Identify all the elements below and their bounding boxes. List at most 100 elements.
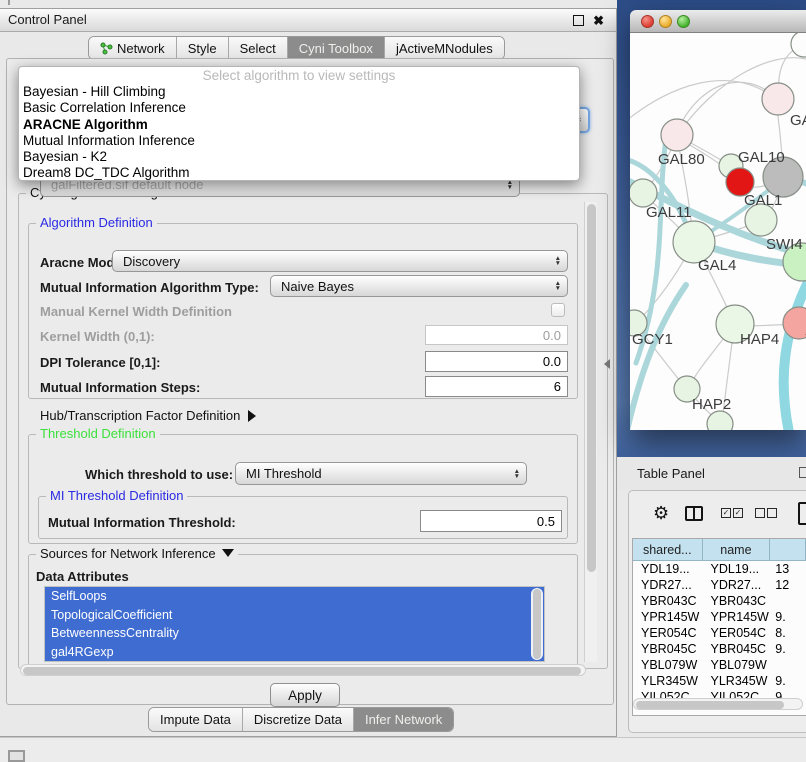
dpi-tolerance-field[interactable]: 0.0 [425, 351, 568, 372]
dpi-tolerance-label: DPI Tolerance [0,1]: [40, 355, 160, 370]
network-node[interactable] [661, 119, 693, 151]
sources-toggle[interactable]: Sources for Network Inference [36, 546, 238, 561]
network-node-label: GAL10 [738, 149, 785, 166]
table-row[interactable]: YBL079WYBL079W [633, 657, 806, 673]
float-icon[interactable] [573, 15, 584, 26]
tab-label: Select [240, 41, 276, 56]
table-hscrollbar-track[interactable] [633, 698, 803, 710]
new-table-icon[interactable] [798, 502, 806, 525]
column-header[interactable] [770, 539, 806, 561]
network-node[interactable] [791, 33, 806, 57]
mi-type-combobox[interactable]: Naive Bayes ▲▼ [270, 275, 568, 297]
apply-button[interactable]: Apply [270, 683, 340, 707]
close-traffic-light-icon[interactable] [641, 15, 654, 28]
sources-title: Sources for Network Inference [40, 546, 216, 561]
attributes-scrollbar-thumb[interactable] [533, 589, 541, 659]
column-header[interactable]: name [703, 539, 771, 561]
attribute-item[interactable]: SelfLoops [45, 587, 544, 606]
minimized-panel-icon[interactable] [8, 750, 25, 762]
expand-right-icon [248, 410, 256, 422]
settings-hscrollbar-thumb[interactable] [23, 667, 581, 675]
table-cell: YDR27... [633, 577, 703, 593]
tab-jactivemnodules[interactable]: jActiveMNodules [385, 37, 504, 59]
dropdown-item[interactable]: ARACNE Algorithm [19, 117, 579, 133]
network-node-label: SWI4 [766, 236, 803, 253]
table-cell: YDL19... [633, 561, 703, 577]
network-node-label: GAL11 [646, 204, 692, 221]
tab-cyni-toolbox[interactable]: Cyni Toolbox [288, 37, 385, 59]
settings-hscrollbar-track[interactable] [20, 664, 586, 676]
columns-icon[interactable] [685, 506, 703, 521]
tab-select[interactable]: Select [229, 37, 288, 59]
network-node[interactable] [630, 179, 657, 207]
table-row[interactable]: YDL19...YDL19...13 [633, 561, 806, 577]
node-table[interactable]: shared...name YDL19...YDL19...13YDR27...… [632, 538, 806, 716]
mi-threshold-field[interactable]: 0.5 [420, 510, 562, 532]
which-threshold-label: Which threshold to use: [85, 467, 233, 482]
data-attributes-list[interactable]: SelfLoopsTopologicalCoefficientBetweenne… [44, 586, 545, 662]
pane-collapse-arrow-icon[interactable] [604, 359, 610, 369]
mi-steps-field[interactable]: 6 [425, 376, 568, 397]
tab-label: Network [117, 41, 165, 56]
network-edge[interactable] [630, 81, 776, 121]
close-icon[interactable]: ✖ [593, 13, 604, 29]
deselect-all-icon[interactable] [755, 508, 777, 518]
tab-discretize-data[interactable]: Discretize Data [243, 708, 354, 731]
aracne-mode-combobox[interactable]: Discovery ▲▼ [112, 250, 568, 272]
table-row[interactable]: YLR345WYLR345W9. [633, 673, 806, 689]
tab-impute-data[interactable]: Impute Data [149, 708, 243, 731]
attribute-item[interactable]: gal4RGexp [45, 643, 544, 662]
table-panel-titlebar: Table Panel [617, 457, 806, 490]
settings-scrollbar-thumb[interactable] [587, 204, 596, 572]
mi-steps-label: Mutual Information Steps: [40, 380, 200, 395]
network-node[interactable] [762, 83, 794, 115]
table-cell: 9. [770, 641, 806, 657]
collapse-down-icon [222, 549, 234, 557]
table-panel-title: Table Panel [637, 466, 705, 481]
zoom-traffic-light-icon[interactable] [677, 15, 690, 28]
network-edge-highlighted[interactable] [784, 276, 806, 430]
dropdown-placeholder: Select algorithm to view settings [19, 68, 579, 84]
table-cell: 9. [770, 673, 806, 689]
network-canvas[interactable]: GALGAL80GAL10GAL11GAL1SWI4GAL4GCY1HAP4YH… [630, 33, 806, 430]
hub-definition-toggle[interactable]: Hub/Transcription Factor Definition [40, 408, 256, 423]
table-row[interactable]: YBR043CYBR043C [633, 593, 806, 609]
attribute-item[interactable]: TopologicalCoefficient [45, 606, 544, 625]
table-cell: YDL19... [703, 561, 771, 577]
table-row[interactable]: YBR045CYBR045C9. [633, 641, 806, 657]
gear-icon[interactable]: ⚙ [653, 503, 669, 524]
table-cell: YLR345W [703, 673, 771, 689]
network-node-label: GAL80 [658, 151, 705, 168]
table-cell: 13 [770, 561, 806, 577]
tab-network[interactable]: Network [89, 37, 177, 59]
mi-threshold-title: MI Threshold Definition [46, 488, 187, 503]
dropdown-item[interactable]: Basic Correlation Inference [19, 100, 579, 116]
dropdown-item[interactable]: Bayesian - Hill Climbing [19, 84, 579, 100]
control-panel: Control Panel ✖ NetworkStyleSelectCyni T… [0, 8, 617, 737]
attributes-scrollbar-track[interactable] [531, 588, 543, 660]
minimize-traffic-light-icon[interactable] [659, 15, 672, 28]
network-window-titlebar[interactable] [630, 10, 806, 33]
network-icon [100, 42, 113, 55]
table-cell: YBR043C [633, 593, 703, 609]
table-row[interactable]: YER054CYER054C8. [633, 625, 806, 641]
select-all-icon[interactable]: ✓✓ [721, 508, 743, 518]
frame-tick [8, 0, 10, 5]
dropdown-item[interactable]: Bayesian - K2 [19, 149, 579, 165]
dropdown-item[interactable]: Dream8 DC_TDC Algorithm [19, 165, 579, 181]
dropdown-item[interactable]: Mutual Information Inference [19, 133, 579, 149]
settings-scrollbar-track[interactable] [584, 202, 597, 662]
attribute-item[interactable]: BetweennessCentrality [45, 624, 544, 643]
table-row[interactable]: YPR145WYPR145W9. [633, 609, 806, 625]
kernel-width-field[interactable]: 0.0 [425, 325, 568, 345]
tab-style[interactable]: Style [177, 37, 229, 59]
table-hscrollbar-thumb[interactable] [636, 701, 784, 709]
tab-infer-network[interactable]: Infer Network [354, 708, 453, 731]
network-window: GALGAL80GAL10GAL11GAL1SWI4GAL4GCY1HAP4YH… [630, 10, 806, 430]
manual-kernel-checkbox[interactable] [551, 303, 565, 317]
table-row[interactable]: YDR27...YDR27...12 [633, 577, 806, 593]
column-header[interactable]: shared... [633, 539, 703, 561]
which-threshold-combobox[interactable]: MI Threshold ▲▼ [235, 462, 527, 485]
table-panel-float-icon[interactable] [799, 467, 806, 478]
table-cell: 12 [770, 577, 806, 593]
